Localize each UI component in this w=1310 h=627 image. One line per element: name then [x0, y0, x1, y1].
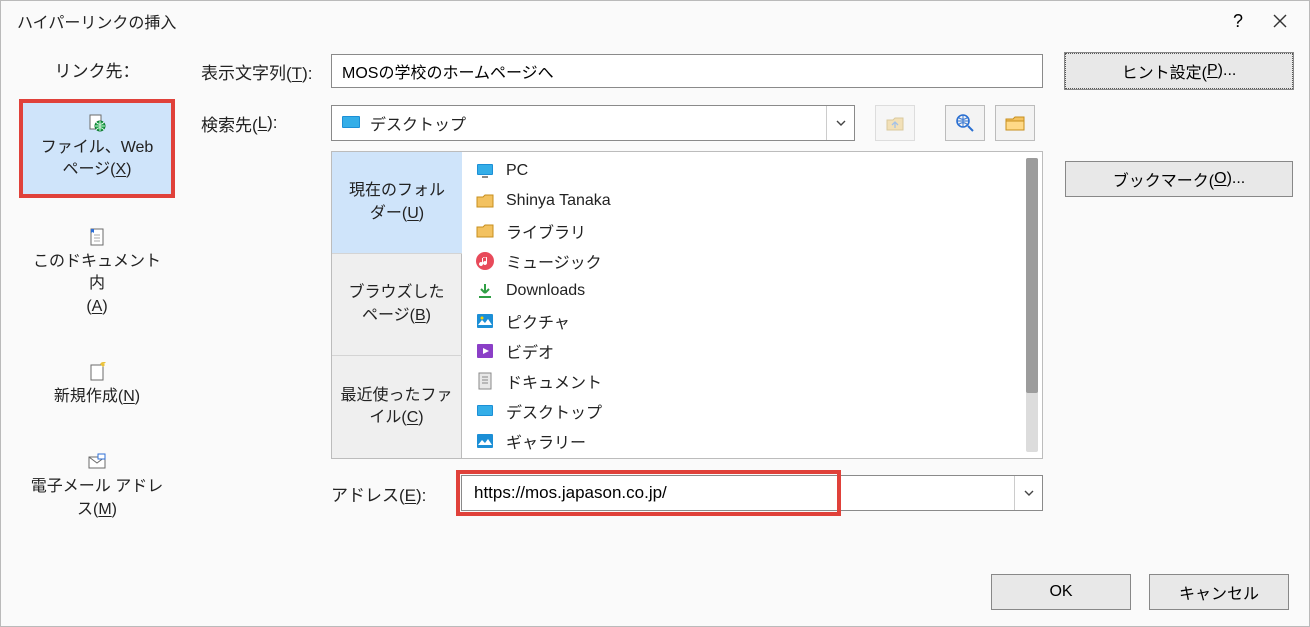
- link-type-email[interactable]: 電子メール アドレ ス(M): [22, 442, 172, 533]
- list-item-label: Shinya Tanaka: [506, 192, 611, 210]
- gallery-icon: [474, 430, 496, 452]
- list-item-label: ピクチャ: [506, 309, 570, 333]
- list-item[interactable]: ミュージック: [466, 246, 1038, 276]
- list-item[interactable]: ライブラリ: [466, 216, 1038, 246]
- link-type-this-doc-line1: このドキュメント内: [33, 253, 161, 292]
- list-item-label: Downloads: [506, 282, 585, 300]
- globe-doc-icon: [27, 113, 167, 133]
- display-text-row: 表示文字列(T): ヒント設定(P)...: [201, 53, 1293, 89]
- link-type-sidebar: リンク先： ファイル、Web ページ(X) このドキュメント内 (A): [15, 53, 179, 612]
- download-icon: [474, 280, 496, 302]
- list-item[interactable]: ドキュメント: [466, 366, 1038, 396]
- browse-web-button[interactable]: [945, 105, 985, 141]
- look-in-value: デスクトップ: [370, 111, 826, 135]
- new-document-icon: [26, 362, 168, 382]
- address-dropdown-button[interactable]: [1014, 476, 1042, 510]
- address-input[interactable]: [462, 476, 1014, 510]
- pc-icon: [474, 160, 496, 182]
- scrollbar[interactable]: [1026, 158, 1038, 452]
- dialog-buttons: OK キャンセル: [991, 574, 1289, 610]
- display-text-input[interactable]: [331, 54, 1043, 88]
- link-type-file-web-line1: ファイル、Web: [41, 139, 154, 156]
- list-item-label: ミュージック: [506, 249, 602, 273]
- list-item-label: デスクトップ: [506, 399, 602, 423]
- list-item-label: ドキュメント: [506, 369, 602, 393]
- file-browser-tabs: 現在のフォル ダー(U) ブラウズした ページ(B): [332, 152, 462, 458]
- link-type-new-document[interactable]: 新規作成(N): [22, 352, 172, 420]
- envelope-icon: [26, 452, 168, 472]
- link-type-file-web[interactable]: ファイル、Web ページ(X): [22, 102, 172, 195]
- list-item[interactable]: ギャラリー: [466, 426, 1038, 456]
- link-type-email-line1: 電子メール アドレ: [31, 478, 163, 495]
- look-in-row: 検索先(L): デスクトップ: [201, 105, 1293, 511]
- pictures-icon: [474, 310, 496, 332]
- list-item[interactable]: PC: [466, 156, 1038, 186]
- list-item[interactable]: ピクチャ: [466, 306, 1038, 336]
- list-item[interactable]: Shinya Tanaka: [466, 186, 1038, 216]
- browse-file-button[interactable]: [995, 105, 1035, 141]
- tab-current-folder[interactable]: 現在のフォル ダー(U): [332, 152, 462, 254]
- chevron-down-icon[interactable]: [826, 106, 854, 140]
- list-item[interactable]: ネットワーク: [466, 456, 1038, 458]
- scrollbar-thumb[interactable]: [1026, 158, 1038, 393]
- folder-icon: [474, 220, 496, 242]
- folder-icon: [474, 190, 496, 212]
- file-list[interactable]: PC Shinya Tanaka ライブラリミュージック Downloads ピクチャビ…: [462, 152, 1042, 458]
- ok-button[interactable]: OK: [991, 574, 1131, 610]
- address-row: アドレス(E):: [331, 475, 1043, 511]
- document-icon: [474, 370, 496, 392]
- list-item[interactable]: Downloads: [466, 276, 1038, 306]
- video-icon: [474, 340, 496, 362]
- insert-hyperlink-dialog: ハイパーリンクの挿入 ? リンク先： ファイル、Web ページ(X): [0, 0, 1310, 627]
- look-in-combo[interactable]: デスクトップ: [331, 105, 855, 141]
- address-label: アドレス(E):: [331, 481, 461, 506]
- music-icon: [474, 250, 496, 272]
- list-item-label: ライブラリ: [506, 219, 586, 243]
- list-item[interactable]: ビデオ: [466, 336, 1038, 366]
- up-folder-button[interactable]: [875, 105, 915, 141]
- dialog-title: ハイパーリンクの挿入: [17, 9, 1217, 33]
- file-browser-panel: 現在のフォル ダー(U) ブラウズした ページ(B): [331, 151, 1043, 459]
- bookmark-button[interactable]: ブックマーク(O)...: [1065, 161, 1293, 197]
- list-item-label: ビデオ: [506, 339, 554, 363]
- main-panel: 表示文字列(T): ヒント設定(P)... 検索先(L):: [179, 53, 1293, 612]
- tab-recent-files[interactable]: 最近使ったファ イル(C): [332, 356, 462, 458]
- screentip-button[interactable]: ヒント設定(P)...: [1065, 53, 1293, 89]
- look-in-label: 検索先(L):: [201, 105, 331, 141]
- document-bookmark-icon: [26, 227, 168, 247]
- tab-browsed-pages[interactable]: ブラウズした ページ(B): [332, 254, 462, 356]
- link-to-label: リンク先：: [55, 57, 140, 82]
- help-button[interactable]: ?: [1217, 2, 1259, 40]
- list-item-label: ギャラリー: [506, 429, 586, 453]
- list-item-label: PC: [506, 162, 528, 180]
- titlebar: ハイパーリンクの挿入 ?: [1, 1, 1309, 41]
- desktop-icon: [474, 400, 496, 422]
- display-text-label: 表示文字列(T):: [201, 59, 331, 84]
- close-button[interactable]: [1259, 2, 1301, 40]
- link-type-this-document[interactable]: このドキュメント内 (A): [22, 217, 172, 330]
- desktop-icon: [340, 112, 362, 134]
- list-item[interactable]: デスクトップ: [466, 396, 1038, 426]
- cancel-button[interactable]: キャンセル: [1149, 574, 1289, 610]
